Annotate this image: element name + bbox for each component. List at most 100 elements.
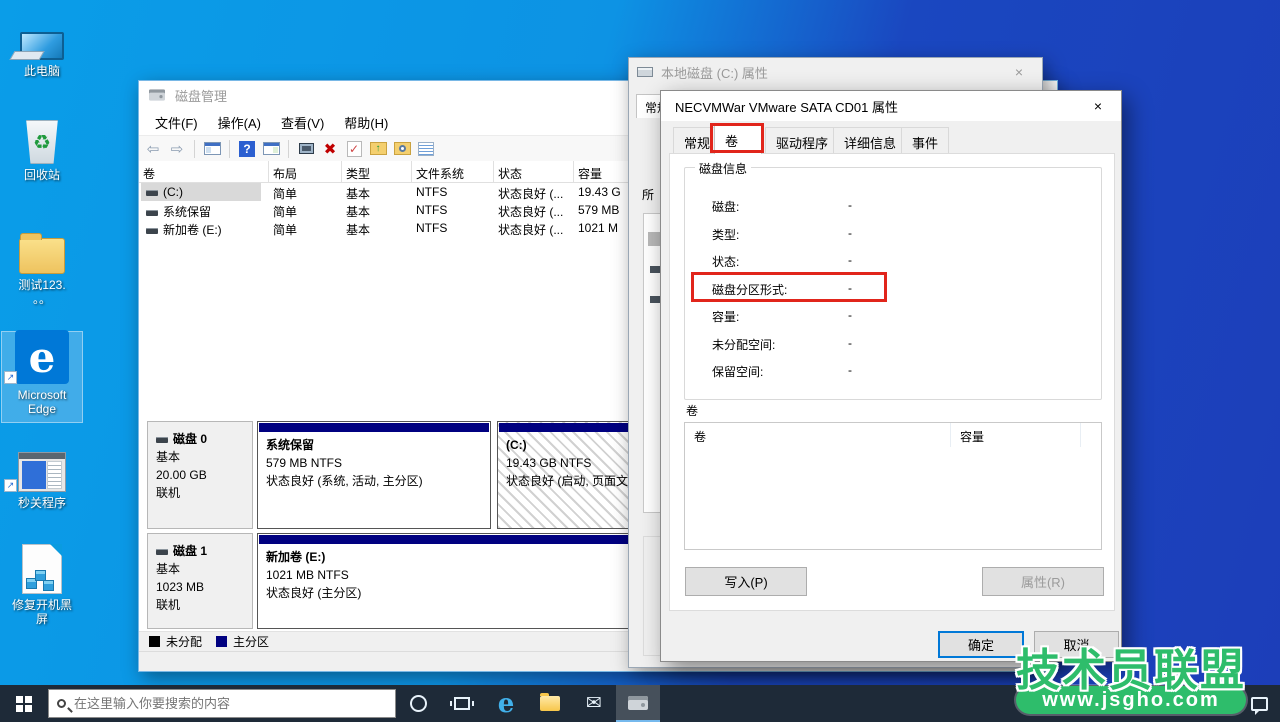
menu-action[interactable]: 操作(A) (208, 109, 271, 136)
field-label: 未分配空间: (712, 336, 775, 353)
task-view-icon (454, 697, 470, 710)
partial-text: 所 (642, 186, 654, 203)
field-label: 类型: (712, 226, 739, 243)
legend-unallocated-label: 未分配 (166, 633, 202, 650)
tab-strip: 常规 卷 驱动程序 详细信息 事件 (661, 121, 1121, 154)
legend-primary-swatch (216, 636, 227, 647)
list-column-volume[interactable]: 卷 (685, 423, 951, 447)
column-header-volume[interactable]: 卷 (139, 161, 269, 183)
watermark-url: www.jsgho.com (1016, 686, 1246, 714)
drive-icon (637, 67, 653, 77)
toolbar-separator (194, 140, 195, 158)
field-value: - (848, 226, 852, 240)
tab-details[interactable]: 详细信息 (833, 127, 907, 154)
desktop-icon-test-folder[interactable]: 测试123. 。。 (2, 222, 82, 306)
field-label: 容量: (712, 308, 739, 325)
disk0-header[interactable]: 磁盘 0 基本 20.00 GB 联机 (147, 421, 253, 529)
disk-management-icon (628, 696, 648, 710)
close-icon[interactable]: × (1083, 98, 1113, 114)
desktop-icon-recycle-bin[interactable]: ♻ 回收站 (2, 112, 82, 182)
volumes-tab-page: 磁盘信息 磁盘:- 类型:- 状态:- 磁盘分区形式:- 容量:- 未分配空间:… (669, 153, 1115, 611)
desktop-icon-label: Microsoft Edge (2, 388, 82, 416)
taskbar-explorer-button[interactable] (528, 685, 572, 722)
task-view-button[interactable] (440, 685, 484, 722)
tab-events[interactable]: 事件 (901, 127, 949, 154)
disk-info-groupbox: 磁盘信息 磁盘:- 类型:- 状态:- 磁盘分区形式:- 容量:- 未分配空间:… (684, 167, 1102, 400)
device-properties-titlebar[interactable]: NECVMWar VMware SATA CD01 属性 × (661, 91, 1121, 121)
toolbar-separator (288, 140, 289, 158)
search-input[interactable] (74, 696, 354, 711)
cortana-button[interactable] (396, 685, 440, 722)
desktop: 此电脑 ♻ 回收站 测试123. 。。 e ↗ Microsoft Edge ↗… (0, 0, 1280, 722)
populate-button[interactable]: 写入(P) (685, 567, 807, 596)
forward-icon[interactable]: ⇨ (167, 139, 187, 159)
rescan-disks-icon[interactable] (296, 139, 316, 159)
show-panel-icon[interactable] (261, 139, 281, 159)
close-icon[interactable]: × (1004, 64, 1034, 80)
help-icon[interactable]: ? (237, 139, 257, 159)
volumes-section-label: 卷 (686, 402, 698, 419)
file-explorer-icon (540, 696, 560, 711)
dialog-title: NECVMWar VMware SATA CD01 属性 (675, 97, 898, 116)
field-label: 磁盘: (712, 198, 739, 215)
desktop-icon-label-line2: 。。 (2, 292, 82, 306)
edge-icon: e (498, 689, 515, 719)
mail-icon: ✉ (586, 692, 602, 715)
desktop-icon-label: 修复开机黑 (2, 598, 82, 612)
taskbar-search-box[interactable] (48, 689, 396, 718)
folder-up-icon[interactable]: ↑ (368, 139, 388, 159)
column-header-type[interactable]: 类型 (342, 161, 412, 183)
desktop-icon-quick-close[interactable]: ↗ 秒关程序 (2, 440, 82, 510)
properties-button[interactable]: 属性(R) (982, 567, 1104, 596)
volumes-listview[interactable]: 卷 容量 (684, 422, 1102, 550)
list-column-capacity[interactable]: 容量 (951, 423, 1081, 447)
delete-icon[interactable]: ✖ (320, 139, 340, 159)
back-icon[interactable]: ⇦ (143, 139, 163, 159)
shortcut-arrow-icon: ↗ (4, 371, 17, 384)
field-value: - (848, 198, 852, 212)
start-button[interactable] (0, 685, 48, 722)
desktop-icon-label-line2: 屏 (2, 612, 82, 626)
check-task-icon[interactable]: ✓ (344, 139, 364, 159)
ok-button[interactable]: 确定 (938, 631, 1024, 658)
taskbar-edge-button[interactable]: e (484, 685, 528, 722)
disk1-header[interactable]: 磁盘 1 基本 1023 MB 联机 (147, 533, 253, 629)
legend-primary-label: 主分区 (233, 633, 269, 650)
console-tree-icon[interactable] (202, 139, 222, 159)
tab-driver[interactable]: 驱动程序 (765, 127, 839, 154)
desktop-icon-label: 测试123. (2, 278, 82, 292)
field-value: - (848, 308, 852, 322)
checklist-icon[interactable] (416, 139, 436, 159)
desktop-icon-this-pc[interactable]: 此电脑 (2, 8, 82, 78)
volume-icon (146, 210, 158, 216)
watermark: 技术员联盟 www.jsgho.com (1016, 634, 1246, 714)
field-label: 保留空间: (712, 363, 763, 380)
column-header-layout[interactable]: 布局 (269, 161, 342, 183)
volume-icon (146, 228, 158, 234)
desktop-icon-microsoft-edge[interactable]: e ↗ Microsoft Edge (2, 332, 82, 422)
menu-help[interactable]: 帮助(H) (334, 109, 398, 136)
folder-search-icon[interactable] (392, 139, 412, 159)
column-header-filesystem[interactable]: 文件系统 (412, 161, 494, 183)
column-header-status[interactable]: 状态 (494, 161, 574, 183)
menu-file[interactable]: 文件(F) (145, 109, 208, 136)
desktop-icon-fix-black-screen[interactable]: 修复开机黑 屏 (2, 542, 82, 626)
field-value: - (848, 253, 852, 267)
toolbar-separator (229, 140, 230, 158)
c-properties-titlebar[interactable]: 本地磁盘 (C:) 属性 × (629, 58, 1042, 86)
groupbox-title: 磁盘信息 (695, 160, 751, 177)
desktop-icon-label: 秒关程序 (2, 496, 82, 510)
menu-view[interactable]: 查看(V) (271, 109, 334, 136)
cortana-icon (410, 695, 427, 712)
dialog-title: 本地磁盘 (C:) 属性 (661, 63, 768, 82)
desktop-icon-label: 回收站 (2, 168, 82, 182)
action-center-icon[interactable] (1251, 697, 1268, 711)
annotation-box-partition-style (691, 272, 887, 302)
registry-file-icon (2, 542, 82, 594)
taskbar-mail-button[interactable]: ✉ (572, 685, 616, 722)
shortcut-arrow-icon: ↗ (4, 479, 17, 492)
app-window-icon: ↗ (2, 440, 82, 492)
taskbar-disk-management-button[interactable] (616, 685, 660, 722)
partition-system-reserved[interactable]: 系统保留 579 MB NTFS 状态良好 (系统, 活动, 主分区) (257, 421, 491, 529)
disk-icon (156, 437, 168, 443)
